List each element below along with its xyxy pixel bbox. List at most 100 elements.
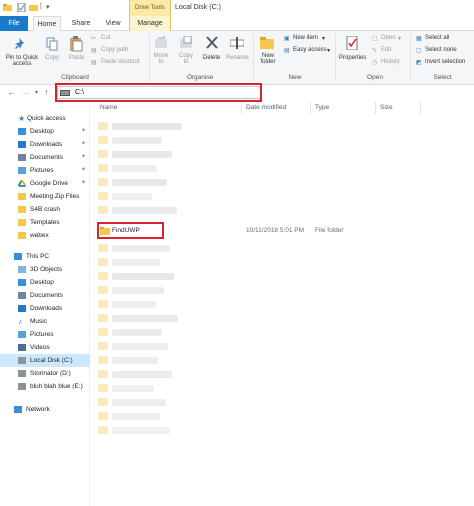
nav-label: Desktop bbox=[30, 279, 54, 286]
nav-pc-bluh-blah-blue-e[interactable]: bluh blah blue (E:) bbox=[0, 380, 90, 393]
nav-pc-documents[interactable]: Documents bbox=[0, 289, 90, 302]
delete-button[interactable]: Delete bbox=[203, 55, 220, 61]
copy-path-button[interactable]: Copy path bbox=[101, 47, 128, 53]
new-folder-button[interactable]: New folder bbox=[256, 53, 280, 65]
nav-pc-downloads[interactable]: Downloads bbox=[0, 302, 90, 315]
new-folder-label-2: folder bbox=[260, 59, 276, 65]
nav-pc-storinator-d[interactable]: Storinator (D:) bbox=[0, 367, 90, 380]
nav-quick-desktop[interactable]: Desktop ✦ bbox=[0, 125, 90, 138]
up-arrow-icon[interactable]: ↑ bbox=[44, 87, 49, 97]
drive-icon bbox=[18, 383, 26, 390]
nav-quick-google-drive[interactable]: Google Drive ✦ bbox=[0, 177, 90, 190]
properties-icon[interactable] bbox=[17, 3, 26, 12]
nav-quick-downloads[interactable]: Downloads ✦ bbox=[0, 138, 90, 151]
column-size[interactable]: Size bbox=[380, 104, 393, 111]
nav-quick-access[interactable]: ★ Quick access bbox=[0, 112, 90, 125]
tab-file[interactable]: File bbox=[0, 16, 28, 31]
nav-quick-webex[interactable]: webex bbox=[0, 229, 90, 242]
copy-button[interactable]: Copy bbox=[45, 55, 59, 61]
blurred-folder-icon bbox=[98, 192, 108, 200]
column-name[interactable]: Name bbox=[100, 104, 117, 111]
blurred-folder-icon bbox=[98, 356, 108, 364]
blurred-row bbox=[112, 137, 162, 144]
tab-home[interactable]: Home bbox=[33, 16, 61, 32]
drive-tools-label: Drive Tools bbox=[135, 5, 165, 11]
tab-manage[interactable]: Manage bbox=[129, 16, 171, 31]
blurred-folder-icon bbox=[98, 178, 108, 186]
blurred-row bbox=[112, 273, 174, 280]
nav-label: Local Disk (C:) bbox=[30, 357, 73, 364]
back-arrow-icon[interactable]: ← bbox=[7, 87, 16, 97]
column-date-modified[interactable]: Date modified bbox=[246, 104, 286, 111]
nav-pc-desktop[interactable]: Desktop bbox=[0, 276, 90, 289]
nav-pc-videos[interactable]: Videos bbox=[0, 341, 90, 354]
blurred-folder-icon bbox=[98, 122, 108, 130]
nav-pc-pictures[interactable]: Pictures bbox=[0, 328, 90, 341]
nav-label: Google Drive bbox=[30, 180, 68, 187]
select-none-button[interactable]: Select none bbox=[425, 47, 457, 53]
nav-quick-templates[interactable]: Templates bbox=[0, 216, 90, 229]
blurred-row bbox=[112, 343, 168, 350]
easy-access-dropdown-icon[interactable]: ▾ bbox=[327, 47, 330, 54]
nav-quick-s4b-crash[interactable]: S4B crash bbox=[0, 203, 90, 216]
nav-this-pc[interactable]: This PC bbox=[0, 250, 90, 263]
open-dropdown-icon[interactable]: ▾ bbox=[398, 35, 401, 42]
open-icon: ▢ bbox=[372, 36, 378, 42]
move-to-button[interactable]: Move to bbox=[150, 53, 172, 65]
blurred-folder-icon bbox=[98, 258, 108, 266]
ribbon-tabs: File Home Share View Manage bbox=[0, 16, 474, 32]
tab-share[interactable]: Share bbox=[67, 16, 95, 31]
nav-network[interactable]: Network bbox=[0, 403, 90, 416]
computer-icon bbox=[14, 253, 22, 260]
invert-selection-button[interactable]: Invert selection bbox=[425, 59, 465, 65]
nav-quick-documents[interactable]: Documents ✦ bbox=[0, 151, 90, 164]
explorer-icon bbox=[3, 4, 12, 11]
paste-shortcut-button[interactable]: Paste shortcut bbox=[101, 59, 139, 65]
open-button[interactable]: Open bbox=[381, 35, 396, 41]
pictures-icon bbox=[18, 331, 26, 338]
nav-label: bluh blah blue (E:) bbox=[30, 383, 83, 390]
nav-pc-music[interactable]: ♪ Music bbox=[0, 315, 90, 328]
new-folder-icon[interactable] bbox=[29, 3, 38, 12]
copy-to-button[interactable]: Copy to bbox=[175, 53, 197, 65]
nav-label: S4B crash bbox=[30, 206, 60, 213]
pin-icon: ✦ bbox=[81, 141, 87, 147]
select-all-button[interactable]: Select all bbox=[425, 35, 449, 41]
blurred-folder-icon bbox=[98, 150, 108, 158]
videos-icon bbox=[18, 344, 26, 351]
blurred-folder-icon bbox=[98, 164, 108, 172]
forward-arrow-icon[interactable]: → bbox=[21, 87, 30, 97]
new-item-button[interactable]: New item bbox=[293, 35, 318, 41]
drive-icon bbox=[18, 370, 26, 377]
nav-quick-meeting-zip-files[interactable]: Meeting Zip Files bbox=[0, 190, 90, 203]
rename-button[interactable]: Rename bbox=[226, 55, 249, 61]
recent-locations-icon[interactable]: ▾ bbox=[35, 89, 38, 96]
paste-button[interactable]: Paste bbox=[69, 55, 84, 61]
column-type[interactable]: Type bbox=[315, 104, 329, 111]
nav-label: Templates bbox=[30, 219, 60, 226]
title-bar: | ▾ Drive Tools Local Disk (C:) bbox=[0, 0, 474, 16]
copy-to-icon bbox=[180, 36, 192, 48]
blurred-row bbox=[112, 193, 152, 200]
nav-label: Downloads bbox=[30, 305, 63, 312]
cut-button[interactable]: Cut bbox=[101, 35, 110, 41]
folder-icon bbox=[18, 206, 26, 213]
easy-access-button[interactable]: Easy access bbox=[293, 47, 327, 53]
qat-dropdown-icon[interactable]: ▾ bbox=[46, 3, 50, 11]
properties-button[interactable]: Properties bbox=[339, 55, 366, 61]
nav-pc-3d-objects[interactable]: 3D Objects bbox=[0, 263, 90, 276]
nav-label: Desktop bbox=[30, 128, 54, 135]
desktop-icon bbox=[18, 128, 26, 135]
pin-to-quick-access-button[interactable]: Pin to Quick access bbox=[2, 55, 42, 67]
nav-quick-pictures[interactable]: Pictures ✦ bbox=[0, 164, 90, 177]
tab-view[interactable]: View bbox=[100, 16, 126, 31]
edit-button[interactable]: Edit bbox=[381, 47, 391, 53]
paste-shortcut-icon: ▤ bbox=[91, 60, 97, 66]
open-group-label: Open bbox=[367, 74, 383, 81]
history-button[interactable]: History bbox=[381, 59, 400, 65]
qat-separator: | bbox=[40, 3, 42, 10]
nav-pc-local-disk-c[interactable]: Local Disk (C:) bbox=[0, 354, 90, 367]
blurred-row bbox=[112, 413, 160, 420]
new-item-dropdown-icon[interactable]: ▾ bbox=[322, 35, 325, 42]
delete-icon bbox=[206, 36, 218, 49]
